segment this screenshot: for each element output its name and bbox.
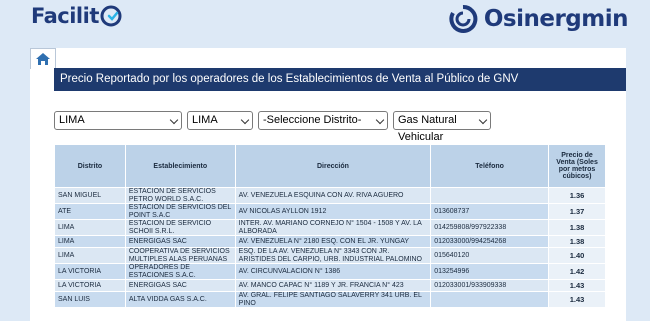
cell-distrito: SAN MIGUEL xyxy=(54,187,126,204)
home-button[interactable] xyxy=(30,48,56,69)
column-header-establecimiento[interactable]: Establecimiento xyxy=(124,144,236,188)
cell-telefono: 014259808/997922338 xyxy=(430,219,550,236)
table-header-row: Distrito Establecimiento Dirección Teléf… xyxy=(54,144,606,188)
facilito-o-icon xyxy=(100,5,122,27)
table-row[interactable]: LA VICTORIA OPERADORES DE ESTACIONES S.A… xyxy=(54,263,606,280)
cell-establecimiento: ALTA VIDDA GAS S.A.C. xyxy=(124,291,236,308)
cell-direccion: AV NICOLAS AYLLON 1912 xyxy=(234,203,432,220)
column-header-precio[interactable]: Precio de Venta (Soles por metros cúbico… xyxy=(548,144,606,188)
cell-distrito: ATE xyxy=(54,203,126,220)
facilito-logo-text: Facilit xyxy=(31,4,99,28)
cell-distrito: LIMA xyxy=(54,219,126,236)
cell-telefono xyxy=(430,291,550,308)
column-header-telefono[interactable]: Teléfono xyxy=(430,144,550,188)
cell-precio: 1.36 xyxy=(548,187,606,204)
main-panel: Precio Reportado por los operadores de l… xyxy=(30,48,626,321)
cell-precio: 1.37 xyxy=(548,203,606,220)
cell-establecimiento: OPERADORES DE ESTACIONES S.A.C. xyxy=(124,263,236,280)
table-row[interactable]: SAN LUIS ALTA VIDDA GAS S.A.C. AV. GRAL.… xyxy=(54,291,606,308)
table-body: SAN MIGUEL ESTACION DE SERVICIOS PETRO W… xyxy=(54,187,606,308)
departamento-select-value: LIMA xyxy=(59,114,85,126)
chevron-down-icon xyxy=(478,115,488,125)
cell-telefono: 012033001/933909338 xyxy=(430,279,550,292)
chevron-down-icon xyxy=(240,115,250,125)
cell-establecimiento: ENERGIGAS SAC xyxy=(124,235,236,248)
cell-direccion: AV. VENEZUELA N° 2180 ESQ. CON EL JR. YU… xyxy=(234,235,432,248)
provincia-select[interactable]: LIMA xyxy=(187,111,253,130)
cell-direccion: AV. VENEZUELA ESQUINA CON AV. RIVA AGUER… xyxy=(234,187,432,204)
home-icon xyxy=(36,53,50,65)
facilito-logo[interactable]: Facilit xyxy=(31,4,122,28)
cell-precio: 1.38 xyxy=(548,219,606,236)
cell-distrito: LA VICTORIA xyxy=(54,263,126,280)
cell-distrito: LIMA xyxy=(54,235,126,248)
table-row[interactable]: LIMA COOPERATIVA DE SERVICIOS MULTIPLES … xyxy=(54,247,606,264)
cell-establecimiento: ESTACION DE SERVICIO SCHOII S.R.L. xyxy=(124,219,236,236)
table-row[interactable]: LA VICTORIA ENERGIGAS SAC AV. MANCO CAPA… xyxy=(54,279,606,292)
cell-establecimiento: ESTACION DE SERVICIOS DEL POINT S.A.C xyxy=(124,203,236,220)
cell-direccion: AV. CIRCUNVALACION N° 1386 xyxy=(234,263,432,280)
cell-precio: 1.43 xyxy=(548,279,606,292)
table-row[interactable]: LIMA ENERGIGAS SAC AV. VENEZUELA N° 2180… xyxy=(54,235,606,248)
distrito-select[interactable]: -Seleccione Distrito- xyxy=(258,111,388,130)
column-header-distrito[interactable]: Distrito xyxy=(54,144,126,188)
osinergmin-logo-text: Osinergmin xyxy=(483,6,629,32)
cell-telefono: 013254996 xyxy=(430,263,550,280)
cell-telefono xyxy=(430,187,550,204)
cell-direccion: AV. MANCO CAPAC N° 1189 Y JR. FRANCIA N°… xyxy=(234,279,432,292)
cell-telefono: 015640120 xyxy=(430,247,550,264)
chevron-down-icon xyxy=(375,115,385,125)
cell-distrito: SAN LUIS xyxy=(54,291,126,308)
provincia-select-value: LIMA xyxy=(192,114,218,126)
page-title: Precio Reportado por los operadores de l… xyxy=(54,68,626,91)
chevron-down-icon xyxy=(169,115,179,125)
cell-telefono: 012033000/994254268 xyxy=(430,235,550,248)
cell-precio: 1.43 xyxy=(548,291,606,308)
osinergmin-emblem-icon xyxy=(449,4,478,33)
table-row[interactable]: LIMA ESTACION DE SERVICIO SCHOII S.R.L. … xyxy=(54,219,606,236)
cell-distrito: LIMA xyxy=(54,247,126,264)
cell-direccion: ESQ. DE LA AV. VENEZUELA N° 3343 CON JR.… xyxy=(234,247,432,264)
table-row[interactable]: ATE ESTACION DE SERVICIOS DEL POINT S.A.… xyxy=(54,203,606,220)
cell-direccion: INTER. AV. MARIANO CORNEJO N° 1504 - 150… xyxy=(234,219,432,236)
combustible-select-value: Gas Natural Vehicular xyxy=(398,114,457,143)
cell-distrito: LA VICTORIA xyxy=(54,279,126,292)
cell-precio: 1.40 xyxy=(548,247,606,264)
prices-table: Distrito Establecimiento Dirección Teléf… xyxy=(54,144,606,308)
cell-precio: 1.38 xyxy=(548,235,606,248)
filter-bar: LIMA LIMA -Seleccione Distrito- Gas Natu… xyxy=(54,111,491,143)
departamento-select[interactable]: LIMA xyxy=(54,111,182,130)
distrito-select-value: -Seleccione Distrito- xyxy=(263,114,362,126)
cell-telefono: 013608737 xyxy=(430,203,550,220)
combustible-select[interactable]: Gas Natural Vehicular xyxy=(393,111,491,143)
cell-establecimiento: ENERGIGAS SAC xyxy=(124,279,236,292)
column-header-direccion[interactable]: Dirección xyxy=(234,144,432,188)
cell-precio: 1.42 xyxy=(548,263,606,280)
cell-establecimiento: COOPERATIVA DE SERVICIOS MULTIPLES ALAS … xyxy=(124,247,236,264)
top-header: Facilit Osinergmin xyxy=(0,0,650,46)
cell-direccion: AV. GRAL. FELIPE SANTIAGO SALAVERRY 341 … xyxy=(234,291,432,308)
cell-establecimiento: ESTACION DE SERVICIOS PETRO WORLD S.A.C. xyxy=(124,187,236,204)
table-row[interactable]: SAN MIGUEL ESTACION DE SERVICIOS PETRO W… xyxy=(54,187,606,204)
osinergmin-logo[interactable]: Osinergmin xyxy=(448,4,629,34)
